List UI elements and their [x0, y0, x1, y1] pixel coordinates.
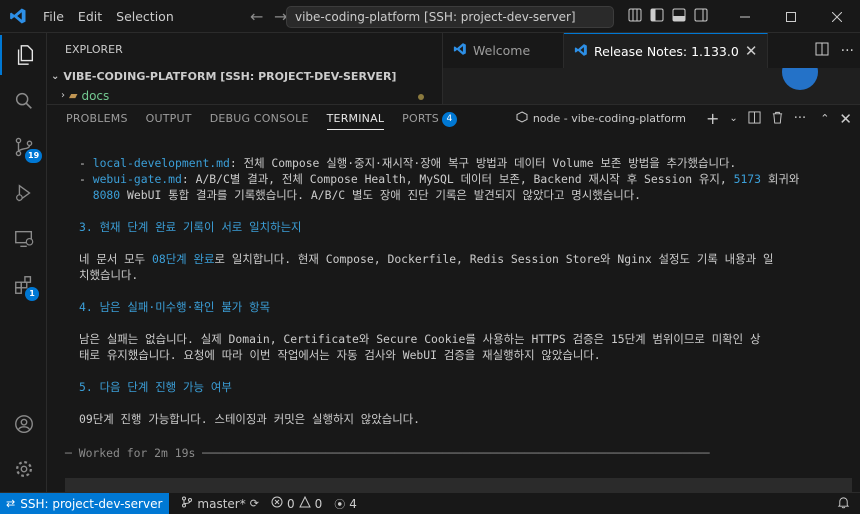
source-control-icon[interactable]: 19	[0, 127, 47, 167]
panel-tab-terminal[interactable]: TERMINAL	[318, 105, 394, 132]
run-debug-icon[interactable]	[0, 173, 47, 213]
more-actions-icon[interactable]: ···	[841, 43, 854, 59]
editor-tabs: Welcome Release Notes: 1.133.0 ✕ ···	[443, 33, 860, 68]
back-arrow-icon[interactable]: ←	[245, 7, 269, 26]
ports-count-badge: 4	[442, 112, 457, 127]
terminal-process-icon	[516, 111, 528, 126]
activity-bar: 19 1	[0, 33, 47, 492]
worked-for-separator: ─ Worked for 2m 19s ────────────────────…	[65, 446, 710, 460]
workspace-folder-label: VIBE-CODING-PLATFORM [SSH: PROJECT-DEV-S…	[63, 70, 397, 83]
menu-edit[interactable]: Edit	[71, 0, 109, 33]
terminal-selector[interactable]: node - vibe-coding-platform	[516, 111, 686, 126]
branch-label: master*	[197, 496, 246, 511]
terminal-input-box[interactable]	[65, 478, 852, 493]
modified-dot	[418, 94, 424, 100]
extensions-icon[interactable]: 1	[0, 265, 47, 305]
panel-tab-ports[interactable]: PORTS 4	[393, 105, 466, 132]
folder-docs[interactable]: › ▰ docs	[47, 88, 442, 104]
branch-indicator[interactable]: master* ⟳	[175, 496, 265, 511]
vscode-tab-icon	[453, 42, 467, 59]
panel-tab-ports-label: PORTS	[402, 112, 439, 125]
bottom-panel: PROBLEMS OUTPUT DEBUG CONSOLE TERMINAL P…	[47, 104, 860, 493]
close-window-icon[interactable]	[814, 0, 860, 33]
close-panel-icon[interactable]: ✕	[839, 110, 852, 128]
terminal-line: 09단계 진행 가능합니다. 스테이징과 커밋은 실행하지 않았습니다.	[79, 412, 421, 426]
new-terminal-icon[interactable]: +	[706, 109, 719, 128]
command-center[interactable]: vibe-coding-platform [SSH: project-dev-s…	[286, 6, 614, 28]
maximize-icon[interactable]	[768, 0, 814, 33]
toggle-panel-icon[interactable]	[672, 8, 686, 25]
tab-welcome[interactable]: Welcome	[443, 33, 564, 68]
warning-count: 0	[314, 496, 323, 511]
status-bar: ⇄ SSH: project-dev-server master* ⟳ 0 0 …	[0, 492, 860, 514]
notifications-bell-icon[interactable]	[837, 496, 850, 512]
error-count: 0	[286, 496, 295, 511]
terminal-line: 치했습니다.	[79, 268, 139, 282]
sync-icon[interactable]: ⟳	[250, 497, 259, 510]
terminal-line: 남은 실패는 없습니다. 실제 Domain, Certificate와 Sec…	[79, 332, 761, 346]
tab-release-notes-label: Release Notes: 1.133.0	[594, 43, 739, 59]
editor-area	[443, 68, 860, 104]
tab-welcome-label: Welcome	[473, 43, 531, 58]
remote-explorer-icon[interactable]	[0, 219, 47, 259]
section-heading: 5. 다음 단계 진행 가능 여부	[79, 380, 232, 394]
menu-file[interactable]: File	[36, 0, 71, 33]
terminal-name: node - vibe-coding-platform	[532, 112, 686, 125]
panel-tab-debug-console[interactable]: DEBUG CONSOLE	[201, 105, 318, 132]
minimize-icon[interactable]	[722, 0, 768, 33]
ports-count: 4	[349, 496, 357, 511]
split-editor-icon[interactable]	[815, 42, 829, 59]
editor-graphic	[782, 68, 818, 90]
panel-tab-problems[interactable]: PROBLEMS	[57, 105, 137, 132]
section-heading: 4. 남은 실패·미수행·확인 불가 항목	[79, 300, 271, 314]
vscode-tab-icon	[574, 43, 588, 60]
chevron-right-icon: ›	[61, 90, 65, 101]
radio-tower-icon: ⦿	[334, 497, 346, 511]
panel-tab-output[interactable]: OUTPUT	[137, 105, 201, 132]
chevron-down-icon[interactable]: ⌄	[729, 113, 737, 124]
accounts-icon[interactable]	[0, 404, 47, 444]
trash-icon[interactable]	[771, 111, 784, 127]
toggle-primary-sidebar-icon[interactable]	[650, 8, 664, 25]
ports-indicator[interactable]: ⦿ 4	[328, 496, 363, 512]
workspace-folder[interactable]: ⌄ VIBE-CODING-PLATFORM [SSH: PROJECT-DEV…	[47, 66, 442, 88]
settings-gear-icon[interactable]	[0, 449, 47, 489]
explorer-title: EXPLORER	[65, 43, 123, 56]
terminal-line: 8080 WebUI 통합 결과를 기록했습니다. A/B/C 별도 장애 진단…	[92, 188, 642, 202]
remote-indicator[interactable]: ⇄ SSH: project-dev-server	[0, 492, 170, 514]
menu-selection[interactable]: Selection	[109, 0, 181, 33]
problems-indicator[interactable]: 0 0	[265, 495, 328, 511]
vscode-logo-icon	[0, 0, 36, 33]
folder-icon: ▰	[69, 89, 78, 102]
toggle-secondary-sidebar-icon[interactable]	[694, 8, 708, 25]
panel-header: PROBLEMS OUTPUT DEBUG CONSOLE TERMINAL P…	[47, 105, 860, 132]
source-control-badge: 19	[25, 149, 43, 163]
title-bar: File Edit Selection ← → vibe-coding-plat…	[0, 0, 860, 33]
close-tab-icon[interactable]: ✕	[745, 42, 758, 60]
warning-icon	[298, 495, 311, 511]
git-branch-icon	[181, 496, 193, 511]
extensions-badge: 1	[25, 287, 39, 301]
tab-release-notes[interactable]: Release Notes: 1.133.0 ✕	[564, 33, 769, 68]
terminal-output[interactable]: - local-development.md: 전체 Compose 실행·중지…	[47, 132, 860, 493]
terminal-line: - webui-gate.md: A/B/C별 결과, 전체 Compose H…	[79, 172, 800, 186]
explorer-sidebar: EXPLORER ⌄ VIBE-CODING-PLATFORM [SSH: PR…	[47, 33, 443, 104]
search-icon[interactable]	[0, 81, 47, 121]
maximize-panel-icon[interactable]: ⌃	[820, 112, 829, 125]
chevron-down-icon: ⌄	[51, 71, 60, 82]
more-actions-icon[interactable]: ···	[794, 111, 806, 126]
section-heading: 3. 현재 단계 완료 기록이 서로 일치하는지	[79, 220, 302, 234]
terminal-line: 네 문서 모두 08단계 완료로 일치합니다. 현재 Compose, Dock…	[79, 252, 774, 266]
file-link[interactable]: local-development.md	[93, 156, 230, 170]
explorer-icon[interactable]	[0, 35, 47, 75]
terminal-line: 태로 유지했습니다. 요청에 따라 이번 작업에서는 자동 검사와 WebUI …	[79, 348, 601, 362]
split-terminal-icon[interactable]	[748, 110, 761, 127]
folder-docs-label: docs	[81, 89, 110, 103]
remote-icon: ⇄	[6, 497, 16, 510]
terminal-line: - local-development.md: 전체 Compose 실행·중지…	[79, 156, 737, 170]
error-icon	[271, 496, 283, 511]
remote-label: SSH: project-dev-server	[20, 496, 163, 511]
file-link[interactable]: webui-gate.md	[93, 172, 182, 186]
toggle-agent-icon[interactable]	[628, 8, 642, 25]
